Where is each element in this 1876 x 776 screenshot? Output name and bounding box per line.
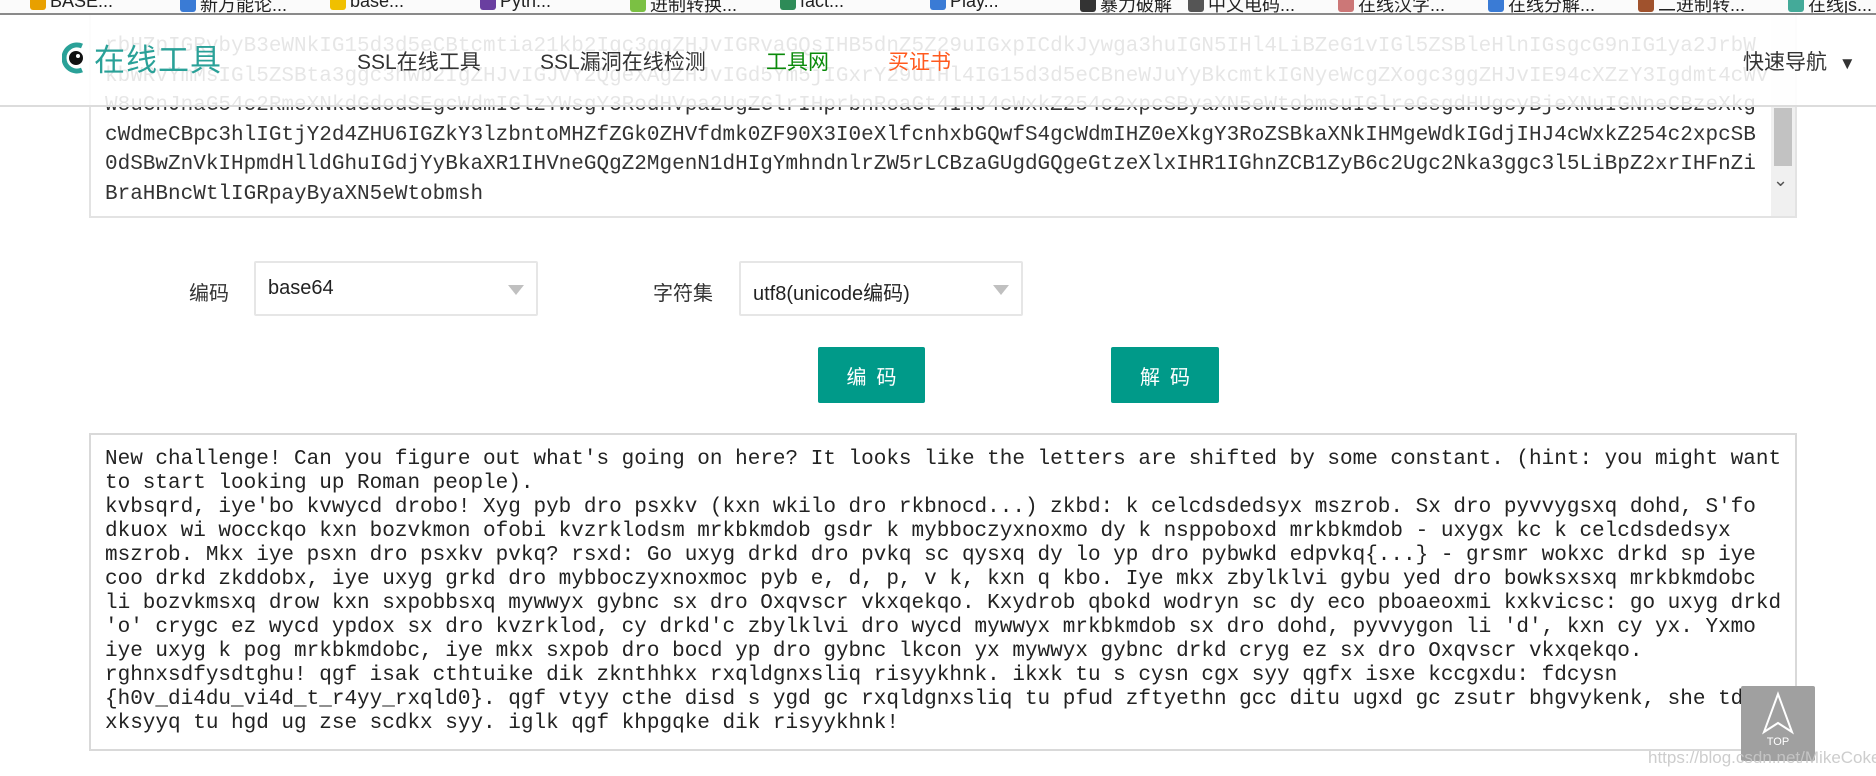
bookmark-favicon-icon — [1788, 0, 1804, 12]
dropdown-arrow-icon — [508, 285, 524, 295]
bookmark-favicon-icon — [1080, 0, 1096, 12]
bookmark-favicon-icon — [1188, 0, 1204, 12]
bookmark-favicon-icon — [330, 0, 346, 10]
bookmark-label: base... — [350, 0, 405, 11]
output-text-line: iye uxyg k pog mrkbkmdobc, iye mkx sxpob… — [105, 640, 1643, 663]
logo[interactable]: 在线工具 — [62, 35, 222, 80]
bookmark-label: Play... — [950, 0, 999, 11]
arrow-up-icon — [1762, 691, 1794, 735]
bookmark-item[interactable]: 在线js... — [1788, 0, 1873, 15]
bookmark-item[interactable]: 二进制转... — [1638, 0, 1746, 15]
nav-ssl-vuln-check[interactable]: SSL漏洞在线检测 — [540, 46, 706, 76]
eye-logo-icon — [62, 42, 83, 73]
site-header: 在线工具 SSL在线工具 SSL漏洞在线检测 工具网 买证书 快速导航 ▼ — [0, 15, 1876, 107]
encoding-select[interactable]: base64 — [254, 261, 538, 316]
scroll-down-icon[interactable]: ⌄ — [1773, 170, 1788, 191]
bookmark-label: 新万能论... — [200, 0, 288, 15]
bookmark-favicon-icon — [780, 0, 796, 10]
scrollbar-thumb[interactable] — [1774, 108, 1792, 166]
bookmark-favicon-icon — [480, 0, 496, 10]
bookmark-item[interactable]: 新万能论... — [180, 0, 288, 15]
output-text-line: coo drkd zkddobx, iye uxyg grkd dro mybb… — [105, 568, 1756, 591]
encoding-value: base64 — [268, 277, 334, 299]
input-text-line: BraHBncWtlIGRpayByaXN5eWtobmsh — [105, 182, 484, 206]
bookmark-favicon-icon — [630, 0, 646, 12]
output-text-line: li bozvkmsxq drow kxn sxpobbsxq mywwyx g… — [105, 592, 1782, 615]
bookmark-item[interactable]: 进制转换... — [630, 0, 738, 15]
bookmark-favicon-icon — [1338, 0, 1354, 12]
charset-select[interactable]: utf8(unicode编码) — [739, 261, 1023, 316]
output-textarea[interactable]: New challenge! Can you figure out what's… — [89, 433, 1797, 751]
bookmark-favicon-icon — [180, 0, 196, 12]
bookmarks-bar: BASE... 新万能论... base... Pyth... 进制转换... fact.… — [0, 0, 1876, 15]
input-text-line: 0dSBwZnVkIHpmdHlldGhuIGdjYyBkaXR1IHVneGQ… — [105, 153, 1756, 176]
quick-nav-dropdown[interactable]: 快速导航 ▼ — [1743, 46, 1856, 76]
watermark: https://blog.csdn.net/MikeCoke — [1648, 748, 1876, 767]
bookmark-item[interactable]: 在线汉字... — [1338, 0, 1446, 15]
bookmark-favicon-icon — [30, 0, 46, 10]
encoding-label: 编码 — [189, 283, 229, 305]
input-text-line: cWdmeCBpc3hlIGtjY2d4ZHU6IGZkY3lzbntoMHZf… — [105, 123, 1756, 147]
bookmark-item[interactable]: Pyth... — [480, 0, 551, 12]
bookmark-item[interactable]: fact... — [780, 0, 844, 12]
bookmark-favicon-icon — [1488, 0, 1504, 12]
bookmark-label: 中文电码... — [1208, 0, 1296, 15]
bookmark-label: 暴力破解 — [1100, 0, 1172, 15]
bookmark-item[interactable]: base... — [330, 0, 404, 12]
bookmark-label: 在线汉字... — [1358, 0, 1446, 15]
output-text-line: mszrob. Mkx iye psxn dro psxkv pvkq? rsx… — [105, 544, 1756, 567]
decode-button[interactable]: 解码 — [1111, 347, 1219, 403]
bookmark-favicon-icon — [1638, 0, 1654, 12]
bookmark-favicon-icon — [930, 0, 946, 10]
nav-ssl-tools[interactable]: SSL在线工具 — [357, 46, 481, 76]
output-text-line: New challenge! Can you figure out what's… — [105, 448, 1782, 471]
caret-down-icon: ▼ — [1838, 54, 1856, 73]
output-text-line: xksyyq tu hgd ug zse scdkx syy. iglk qgf… — [105, 712, 899, 735]
bookmark-label: 二进制转... — [1658, 0, 1746, 15]
bookmark-label: Pyth... — [500, 0, 552, 11]
bookmark-item[interactable]: 暴力破解 — [1080, 0, 1172, 15]
back-to-top-label: TOP — [1766, 736, 1790, 748]
output-text-line: to start looking up Roman people). — [105, 472, 534, 495]
nav-tools-site[interactable]: 工具网 — [766, 46, 829, 76]
charset-value: utf8(unicode编码) — [753, 283, 910, 305]
output-text-line: dkuox wi wocckqo kxn bozvkmon ofobi kvzr… — [105, 520, 1731, 543]
bookmark-label: 在线分解... — [1508, 0, 1596, 15]
bookmark-item[interactable]: Play... — [930, 0, 999, 12]
output-text-line: rghnxsdfysdtghu! qgf isak cthtuike dik z… — [105, 664, 1618, 687]
bookmark-label: fact... — [800, 0, 845, 11]
encode-button[interactable]: 编码 — [818, 347, 925, 403]
bookmark-item[interactable]: BASE... — [30, 0, 113, 12]
output-text-line: kvbsqrd, iye'bo kvwycd drobo! Xyg pyb dr… — [105, 496, 1756, 519]
bookmark-item[interactable]: 在线分解... — [1488, 0, 1596, 15]
logo-text: 在线工具 — [94, 43, 222, 78]
bookmark-item[interactable]: 中文电码... — [1188, 0, 1296, 15]
output-text-line: {h0v_di4du_vi4d_t_r4yy_rxqld0}. qgf vtyy… — [105, 688, 1744, 711]
bookmark-label: 在线js... — [1808, 0, 1873, 15]
charset-label: 字符集 — [653, 283, 713, 305]
nav-buy-certificate[interactable]: 买证书 — [888, 46, 951, 76]
output-text-line: 'o' crygc ez wycd ypdox sx dro kvzrklod,… — [105, 616, 1756, 639]
dropdown-arrow-icon — [993, 285, 1009, 295]
bookmark-label: BASE... — [50, 0, 114, 11]
quick-nav-label: 快速导航 — [1743, 51, 1827, 74]
bookmark-label: 进制转换... — [650, 0, 738, 15]
